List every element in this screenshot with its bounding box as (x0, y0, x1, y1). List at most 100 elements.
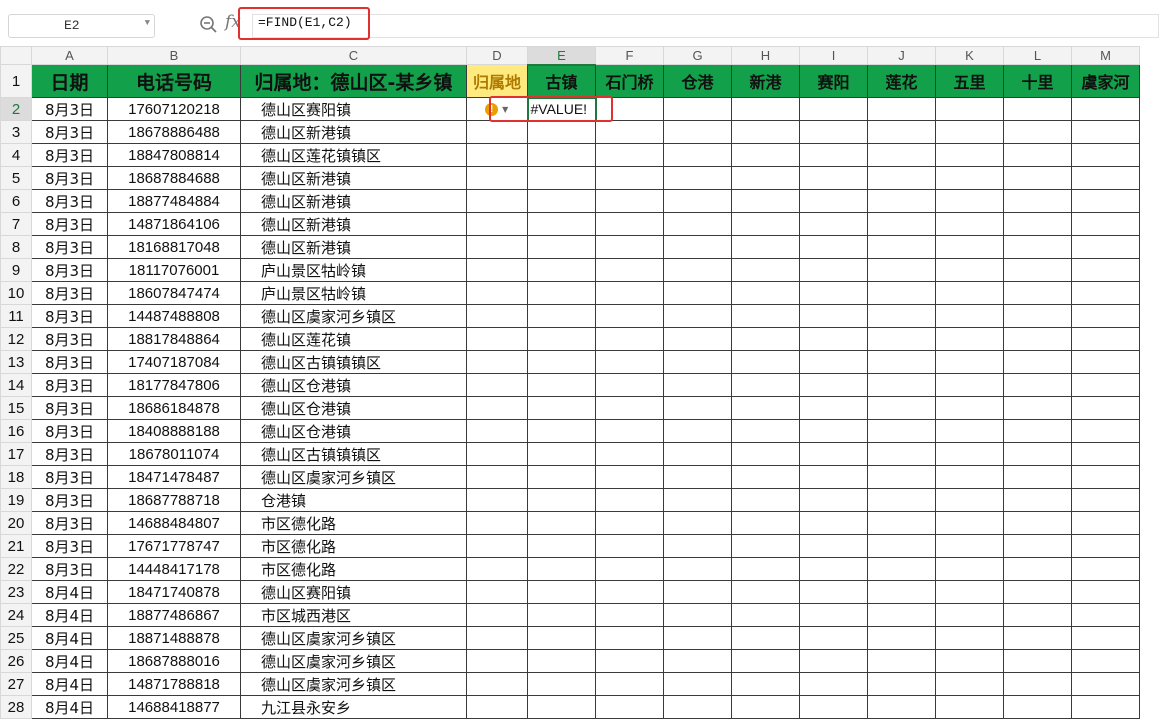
cell-canggang[interactable] (663, 442, 732, 466)
cell-shili[interactable] (1003, 465, 1072, 489)
cell-wuli[interactable] (935, 465, 1004, 489)
cell-location[interactable]: 德山区新港镇 (240, 120, 467, 144)
cell-xingang[interactable] (731, 511, 800, 535)
column-header-f[interactable]: F (595, 46, 664, 65)
cell-canggang[interactable] (663, 488, 732, 512)
header-cell-shimenqiao[interactable]: 石门桥 (595, 64, 664, 98)
cell-region[interactable] (466, 672, 528, 696)
header-cell-region[interactable]: 归属地 (466, 64, 528, 98)
cell-saiyang[interactable] (799, 189, 868, 213)
cell-guzhen[interactable] (527, 511, 596, 535)
cell-guzhen[interactable] (527, 166, 596, 190)
cell-date[interactable]: 8月4日 (31, 672, 108, 696)
cell-xingang[interactable] (731, 626, 800, 650)
cell-yujiahe[interactable] (1071, 603, 1140, 627)
cell-lianhua[interactable] (867, 557, 936, 581)
cell-guzhen[interactable] (527, 235, 596, 259)
cell-lianhua[interactable] (867, 212, 936, 236)
column-header-i[interactable]: I (799, 46, 868, 65)
cell-shili[interactable] (1003, 442, 1072, 466)
cell-location[interactable]: 德山区新港镇 (240, 235, 467, 259)
cell-yujiahe[interactable] (1071, 465, 1140, 489)
cell-canggang[interactable] (663, 649, 732, 673)
cell-shili[interactable] (1003, 235, 1072, 259)
cell-lianhua[interactable] (867, 97, 936, 121)
cell-lianhua[interactable] (867, 649, 936, 673)
cell-location[interactable]: 德山区赛阳镇 (240, 580, 467, 604)
cell-saiyang[interactable] (799, 488, 868, 512)
cell-date[interactable]: 8月4日 (31, 580, 108, 604)
row-number[interactable]: 7 (0, 212, 32, 236)
cell-shili[interactable] (1003, 626, 1072, 650)
cell-canggang[interactable] (663, 258, 732, 282)
cell-location[interactable]: 市区德化路 (240, 511, 467, 535)
cell-shili[interactable] (1003, 212, 1072, 236)
cell-saiyang[interactable] (799, 672, 868, 696)
cell-yujiahe[interactable] (1071, 350, 1140, 374)
cell-date[interactable]: 8月3日 (31, 442, 108, 466)
cell-saiyang[interactable] (799, 649, 868, 673)
cell-location[interactable]: 市区德化路 (240, 534, 467, 558)
cell-wuli[interactable] (935, 626, 1004, 650)
cell-date[interactable]: 8月4日 (31, 649, 108, 673)
row-number[interactable]: 27 (0, 672, 32, 696)
cell-yujiahe[interactable] (1071, 189, 1140, 213)
cell-canggang[interactable] (663, 235, 732, 259)
cell-saiyang[interactable] (799, 258, 868, 282)
cell-xingang[interactable] (731, 465, 800, 489)
cell-guzhen[interactable] (527, 396, 596, 420)
cell-region[interactable] (466, 649, 528, 673)
cell-canggang[interactable] (663, 304, 732, 328)
cell-guzhen[interactable] (527, 534, 596, 558)
cell-shimenqiao[interactable] (595, 120, 664, 144)
cell-region[interactable] (466, 695, 528, 719)
cell-canggang[interactable] (663, 465, 732, 489)
select-all-corner[interactable] (0, 46, 32, 65)
cell-lianhua[interactable] (867, 534, 936, 558)
cell-lianhua[interactable] (867, 672, 936, 696)
cell-shimenqiao[interactable] (595, 488, 664, 512)
cell-yujiahe[interactable] (1071, 672, 1140, 696)
cell-lianhua[interactable] (867, 626, 936, 650)
cell-yujiahe[interactable] (1071, 396, 1140, 420)
cell-yujiahe[interactable] (1071, 419, 1140, 443)
cell-lianhua[interactable] (867, 327, 936, 351)
cell-yujiahe[interactable] (1071, 258, 1140, 282)
cell-wuli[interactable] (935, 212, 1004, 236)
cell-saiyang[interactable] (799, 373, 868, 397)
cell-location[interactable]: 德山区虞家河乡镇区 (240, 626, 467, 650)
header-cell-wuli[interactable]: 五里 (935, 64, 1004, 98)
cell-phone[interactable]: 18687888016 (107, 649, 241, 673)
cell-region[interactable] (466, 419, 528, 443)
row-number[interactable]: 11 (0, 304, 32, 328)
cell-wuli[interactable] (935, 442, 1004, 466)
cell-wuli[interactable] (935, 695, 1004, 719)
cell-phone[interactable]: 18408888188 (107, 419, 241, 443)
cell-guzhen[interactable] (527, 580, 596, 604)
cell-saiyang[interactable] (799, 442, 868, 466)
cell-location[interactable]: 德山区虞家河乡镇区 (240, 672, 467, 696)
cell-guzhen[interactable] (527, 557, 596, 581)
cell-date[interactable]: 8月3日 (31, 120, 108, 144)
header-cell-date[interactable]: 日期 (31, 64, 108, 98)
cell-wuli[interactable] (935, 373, 1004, 397)
cell-guzhen[interactable] (527, 373, 596, 397)
cell-yujiahe[interactable] (1071, 97, 1140, 121)
cell-saiyang[interactable] (799, 304, 868, 328)
cell-shimenqiao[interactable] (595, 258, 664, 282)
cell-saiyang[interactable] (799, 419, 868, 443)
cell-xingang[interactable] (731, 327, 800, 351)
cell-guzhen[interactable] (527, 419, 596, 443)
row-number[interactable]: 18 (0, 465, 32, 489)
cell-yujiahe[interactable] (1071, 166, 1140, 190)
cell-region[interactable] (466, 511, 528, 535)
cell-shimenqiao[interactable] (595, 396, 664, 420)
cell-saiyang[interactable] (799, 603, 868, 627)
cell-wuli[interactable] (935, 235, 1004, 259)
cell-shili[interactable] (1003, 396, 1072, 420)
cell-region[interactable] (466, 626, 528, 650)
cell-saiyang[interactable] (799, 396, 868, 420)
cell-shili[interactable] (1003, 603, 1072, 627)
cell-location[interactable]: 德山区莲花镇 (240, 327, 467, 351)
row-number[interactable]: 9 (0, 258, 32, 282)
